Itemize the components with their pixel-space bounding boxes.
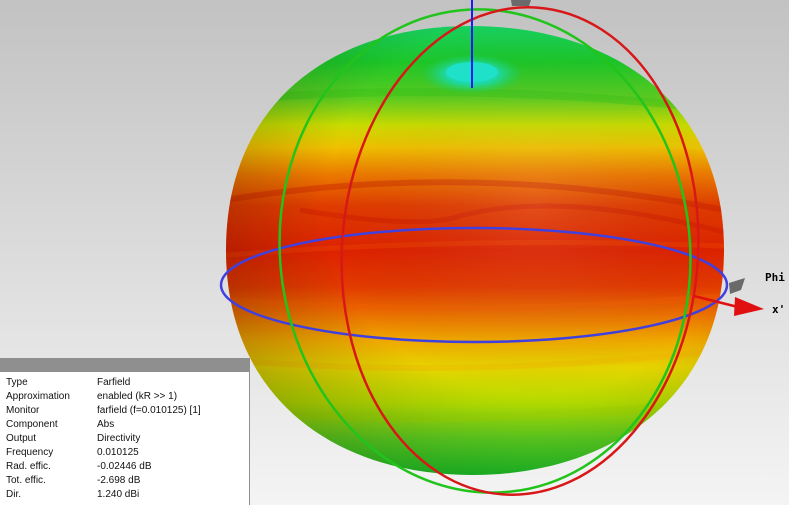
radiation-pattern-body [226,26,724,475]
info-value: Abs [97,419,115,430]
info-key: Approximation [6,391,70,402]
info-table: Type Farfield Approximation enabled (kR … [6,376,201,502]
info-row-rad-effic: Rad. effic. -0.02446 dB [6,460,201,474]
info-key: Type [6,377,28,388]
farfield-info-panel: Type Farfield Approximation enabled (kR … [0,358,250,505]
info-key: Tot. effic. [6,475,46,486]
info-row-approximation: Approximation enabled (kR >> 1) [6,390,201,404]
info-value: 1.240 dBi [97,489,140,500]
info-value: enabled (kR >> 1) [97,391,178,402]
info-row-output: Output Directivity [6,432,201,446]
info-row-type: Type Farfield [6,376,201,390]
info-row-frequency: Frequency 0.010125 [6,446,201,460]
x-axis-arrowhead [734,297,764,316]
info-row-dir: Dir. 1.240 dBi [6,488,201,502]
info-value: 0.010125 [97,447,139,458]
phi-axis-label: Phi [765,271,785,284]
info-row-tot-effic: Tot. effic. -2.698 dB [6,474,201,488]
info-key: Output [6,433,37,444]
info-value: Directivity [97,433,141,444]
info-key: Component [6,419,58,430]
info-value: -2.698 dB [97,475,141,486]
info-key: Dir. [6,489,21,500]
info-key: Monitor [6,405,40,416]
phi-arrow-marker [729,278,745,294]
info-value: -0.02446 dB [97,461,152,472]
x-axis-label: x' [772,303,786,316]
info-key: Rad. effic. [6,461,51,472]
info-row-monitor: Monitor farfield (f=0.010125) [1] [6,404,201,418]
info-value: Farfield [97,377,131,388]
info-value: farfield (f=0.010125) [1] [97,405,201,416]
info-key: Frequency [6,447,54,458]
theta-arrow-marker [511,0,531,6]
info-row-component: Component Abs [6,418,201,432]
